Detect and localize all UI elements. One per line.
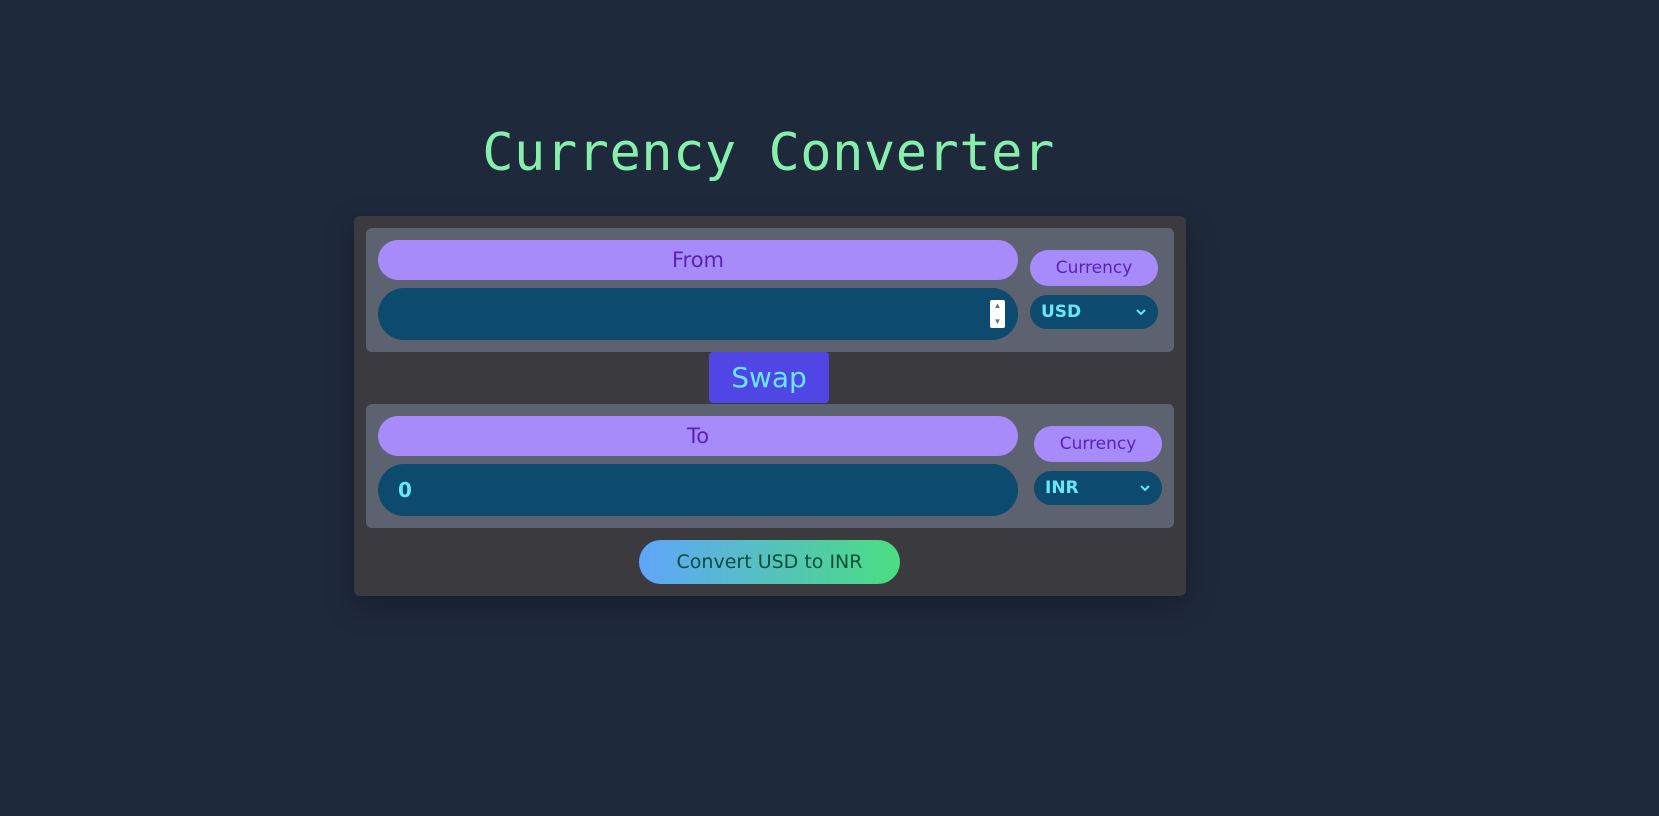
spinner-up-icon[interactable]: ▲ xyxy=(994,300,1002,312)
chevron-down-icon xyxy=(1136,295,1146,329)
from-label: From xyxy=(378,240,1018,280)
chevron-down-icon xyxy=(1140,471,1150,505)
to-amount-input[interactable] xyxy=(378,464,1018,516)
convert-button[interactable]: Convert USD to INR xyxy=(639,540,900,584)
number-spinner[interactable]: ▲ ▼ xyxy=(990,300,1005,328)
from-currency-label: Currency xyxy=(1030,250,1158,286)
to-currency-label: Currency xyxy=(1034,426,1162,462)
to-currency-value: INR xyxy=(1045,478,1079,498)
to-panel: To Currency INR xyxy=(366,404,1174,528)
to-label: To xyxy=(378,416,1018,456)
spinner-down-icon[interactable]: ▼ xyxy=(994,316,1002,328)
from-panel: From ▲ ▼ Currency USD xyxy=(366,228,1174,352)
from-currency-value: USD xyxy=(1041,302,1082,322)
swap-button[interactable]: Swap xyxy=(709,352,829,403)
to-currency-select[interactable]: INR xyxy=(1034,471,1162,505)
page: Currency Converter From ▲ ▼ Currency USD… xyxy=(0,0,1659,816)
from-amount-input[interactable] xyxy=(378,288,1018,340)
from-currency-select[interactable]: USD xyxy=(1030,295,1158,329)
converter-card: From ▲ ▼ Currency USD Swap To Currency I… xyxy=(354,216,1186,596)
page-title: Currency Converter xyxy=(482,123,1055,183)
